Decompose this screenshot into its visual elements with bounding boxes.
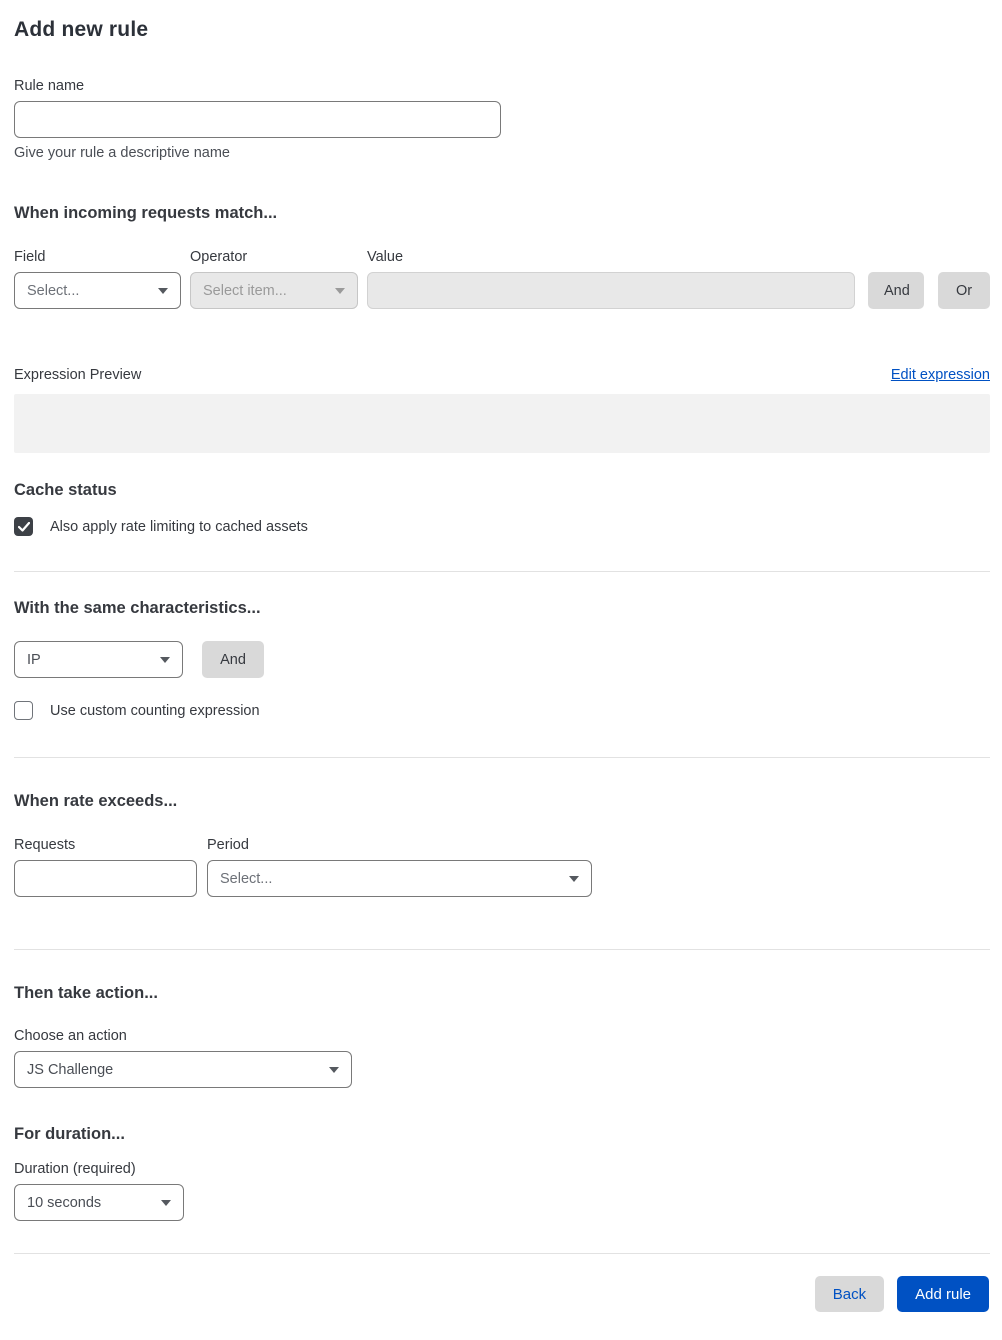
period-label: Period <box>207 837 249 853</box>
cache-status-heading: Cache status <box>14 481 117 499</box>
section-divider <box>14 949 990 950</box>
footer-actions: Back Add rule <box>0 1276 1002 1312</box>
chevron-down-icon <box>569 875 579 882</box>
action-heading: Then take action... <box>14 984 158 1002</box>
action-select-value: JS Challenge <box>27 1061 114 1078</box>
value-input <box>367 272 855 309</box>
requests-input[interactable] <box>14 860 197 897</box>
characteristics-heading: With the same characteristics... <box>14 599 261 617</box>
duration-heading: For duration... <box>14 1125 125 1143</box>
action-select[interactable]: JS Challenge <box>14 1051 352 1088</box>
and-button[interactable]: And <box>868 272 924 309</box>
operator-select-value: Select item... <box>203 282 287 299</box>
field-label: Field <box>14 249 46 265</box>
characteristic-select-value: IP <box>27 651 41 668</box>
rate-heading: When rate exceeds... <box>14 792 178 810</box>
operator-label: Operator <box>190 249 248 265</box>
duration-label: Duration (required) <box>14 1161 136 1177</box>
field-select[interactable]: Select... <box>14 272 181 309</box>
cached-assets-checkbox[interactable] <box>14 517 33 536</box>
value-label: Value <box>367 249 404 265</box>
chevron-down-icon <box>158 287 168 294</box>
operator-select: Select item... <box>190 272 358 309</box>
back-button[interactable]: Back <box>814 1276 885 1312</box>
checkmark-icon <box>17 521 30 532</box>
expression-preview-box <box>14 394 990 453</box>
rule-name-label: Rule name <box>14 78 85 94</box>
section-divider <box>14 757 990 758</box>
chevron-down-icon <box>160 656 170 663</box>
custom-counting-checkbox[interactable] <box>14 701 33 720</box>
chevron-down-icon <box>161 1199 171 1206</box>
expression-preview-label: Expression Preview <box>14 367 142 383</box>
field-select-value: Select... <box>27 282 80 299</box>
period-select-value: Select... <box>220 870 273 887</box>
add-rule-form: Add new rule Rule name Give your rule a … <box>0 0 1002 536</box>
duration-select-value: 10 seconds <box>27 1194 102 1211</box>
edit-expression-link[interactable]: Edit expression <box>891 367 990 383</box>
match-section-heading: When incoming requests match... <box>14 204 278 222</box>
characteristic-and-button[interactable]: And <box>202 641 264 678</box>
custom-counting-checkbox-label: Use custom counting expression <box>50 702 260 719</box>
chevron-down-icon <box>335 287 345 294</box>
characteristic-select[interactable]: IP <box>14 641 183 678</box>
page-title: Add new rule <box>14 18 149 41</box>
rule-name-helper: Give your rule a descriptive name <box>14 145 230 161</box>
rule-name-input[interactable] <box>14 101 501 138</box>
add-rule-button[interactable]: Add rule <box>897 1276 989 1312</box>
period-select[interactable]: Select... <box>207 860 592 897</box>
requests-label: Requests <box>14 837 76 853</box>
or-button[interactable]: Or <box>938 272 990 309</box>
choose-action-label: Choose an action <box>14 1028 127 1044</box>
cached-assets-checkbox-label: Also apply rate limiting to cached asset… <box>50 518 308 535</box>
section-divider <box>14 571 990 572</box>
chevron-down-icon <box>329 1066 339 1073</box>
footer-divider <box>14 1253 990 1254</box>
duration-select[interactable]: 10 seconds <box>14 1184 184 1221</box>
